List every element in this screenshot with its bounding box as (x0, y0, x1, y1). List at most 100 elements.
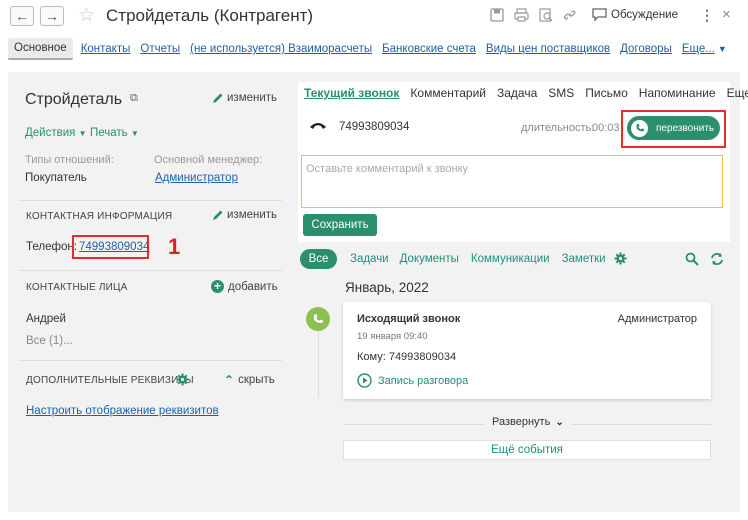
tab-letter[interactable]: Письмо (585, 86, 628, 100)
record-link[interactable]: Запись разговора (357, 373, 468, 388)
page-title: Стройдеталь (Контрагент) (106, 6, 314, 25)
save-button[interactable]: Сохранить (303, 214, 377, 236)
tab-comment[interactable]: Комментарий (410, 86, 486, 100)
dropdown-arrow-icon: ▼ (78, 129, 87, 138)
add-contact-label: добавить (228, 280, 278, 293)
expand-button[interactable]: Развернуть ⌄ (484, 416, 572, 428)
tab-reminder[interactable]: Напоминание (639, 86, 716, 100)
manager-link[interactable]: Администратор (155, 172, 238, 184)
filter-documents[interactable]: Документы (400, 253, 459, 265)
filter-communications[interactable]: Коммуникации (471, 253, 550, 265)
hide-props-button[interactable]: ⌃ скрыть (224, 373, 275, 387)
contact-persons-heading: КОНТАКТНЫЕ ЛИЦА (26, 282, 128, 293)
tab-main[interactable]: Основное (8, 38, 73, 60)
contact-edit-label: изменить (227, 209, 278, 221)
print-icon[interactable] (513, 8, 529, 24)
tab-bar: Основное Контакты Отчеты (не используетс… (8, 38, 740, 60)
comment-field[interactable]: Оставьте комментарий к звонку (301, 155, 723, 208)
tab-contracts[interactable]: Договоры (620, 43, 672, 55)
print-menu[interactable]: Печать ▼ (90, 127, 139, 139)
timeline-line (318, 328, 319, 398)
more-menu-icon[interactable]: ⋮ (700, 7, 714, 24)
chevron-down-icon: ⌄ (555, 416, 564, 428)
outgoing-call-icon (306, 307, 330, 331)
call-number: 74993809034 (339, 121, 410, 133)
arrow-left-icon: ← (15, 8, 29, 24)
filter-tasks[interactable]: Задачи (350, 253, 389, 265)
arrow-right-icon: → (45, 8, 59, 24)
search-icon[interactable] (685, 252, 699, 266)
contact-info-heading: КОНТАКТНАЯ ИНФОРМАЦИЯ (26, 211, 173, 222)
chat-icon (592, 8, 607, 22)
contact-edit-button[interactable]: изменить (212, 209, 277, 221)
tab-reports[interactable]: Отчеты (140, 43, 180, 55)
refresh-icon[interactable] (710, 252, 724, 266)
tab-supplier-prices[interactable]: Виды цен поставщиков (486, 43, 610, 55)
extra-props-heading: ДОПОЛНИТЕЛЬНЫЕ РЕКВИЗИТЫ (26, 375, 194, 386)
phone-handset-icon (309, 119, 327, 133)
favorite-star-icon[interactable]: ☆ (78, 4, 95, 27)
feed-filters: Задачи Документы Коммуникации Заметки (350, 252, 627, 265)
pencil-icon (213, 93, 223, 103)
contact-person-item[interactable]: Андрей (26, 313, 66, 325)
company-name: Стройдеталь (25, 91, 123, 108)
tab-settlements[interactable]: (не используется) Взаиморасчеты (190, 43, 372, 55)
pencil-icon (213, 210, 223, 220)
tab-more[interactable]: Еще... (682, 43, 715, 55)
link-icon[interactable] (562, 8, 578, 24)
more-events-button[interactable]: Ещё события (343, 440, 711, 460)
print-label: Печать (90, 127, 128, 139)
close-icon[interactable]: × (722, 6, 731, 23)
divider (18, 200, 282, 201)
back-button[interactable]: ← (10, 6, 34, 26)
event-title: Исходящий звонок (357, 313, 461, 325)
relation-types-label: Типы отношений: (25, 154, 114, 166)
all-contacts-link[interactable]: Все (1)... (26, 335, 73, 347)
settings-gear-icon[interactable] (176, 373, 189, 386)
discussion-button[interactable]: Обсуждение (592, 8, 678, 22)
expand-label: Развернуть (492, 416, 551, 428)
recall-label: перезвонить (656, 122, 715, 134)
actions-menu[interactable]: Действия ▼ (25, 127, 87, 139)
tab-more-arrow-icon[interactable]: ▼ (718, 44, 727, 54)
plus-icon: + (211, 280, 224, 293)
save-icon[interactable] (489, 8, 505, 24)
manager-label: Основной менеджер: (154, 154, 263, 166)
play-icon (357, 373, 372, 388)
filter-notes[interactable]: Заметки (562, 253, 606, 265)
recall-button[interactable]: перезвонить (627, 116, 720, 140)
event-user: Администратор (617, 313, 697, 325)
duration-label: длительность: (521, 122, 595, 134)
hide-props-label: скрыть (238, 374, 275, 386)
call-tabs: Текущий звонок Комментарий Задача SMS Пи… (304, 86, 748, 100)
forward-button[interactable]: → (40, 6, 64, 26)
configure-props-link[interactable]: Настроить отображение реквизитов (26, 405, 219, 417)
tab-current-call[interactable]: Текущий звонок (304, 86, 399, 100)
preview-icon[interactable] (538, 8, 554, 24)
comment-placeholder: Оставьте комментарий к звонку (306, 163, 469, 175)
event-recipient: Кому: 74993809034 (357, 351, 457, 363)
company-edit-label: изменить (227, 92, 278, 104)
feed-settings-gear-icon[interactable] (614, 252, 627, 265)
company-edit-button[interactable]: изменить (212, 92, 277, 104)
tab-more-actions[interactable]: Еще (727, 86, 748, 100)
chevron-up-icon: ⌃ (224, 373, 235, 387)
annotation-number-1: 1 (168, 234, 181, 259)
feed-month-heading: Январь, 2022 (345, 280, 429, 295)
tab-sms[interactable]: SMS (548, 86, 574, 100)
open-window-icon[interactable]: ⧉ (130, 92, 138, 105)
company-card: Стройдеталь ⧉ изменить Действия ▼ Печать… (18, 82, 282, 190)
tab-task[interactable]: Задача (497, 86, 537, 100)
tab-contacts[interactable]: Контакты (81, 43, 131, 55)
divider (18, 270, 282, 271)
phone-icon (631, 119, 648, 137)
add-contact-button[interactable]: + добавить (211, 280, 278, 293)
event-card[interactable]: Исходящий звонок Администратор 19 января… (343, 302, 711, 399)
discussion-label: Обсуждение (611, 9, 679, 21)
phone-label: Телефон: (26, 241, 77, 253)
tab-bank-accounts[interactable]: Банковские счета (382, 43, 476, 55)
relation-type-value: Покупатель (25, 172, 87, 184)
phone-link[interactable]: 74993809034 (79, 241, 149, 253)
event-time: 19 января 09:40 (357, 331, 428, 342)
filter-all[interactable]: Все (300, 249, 337, 269)
